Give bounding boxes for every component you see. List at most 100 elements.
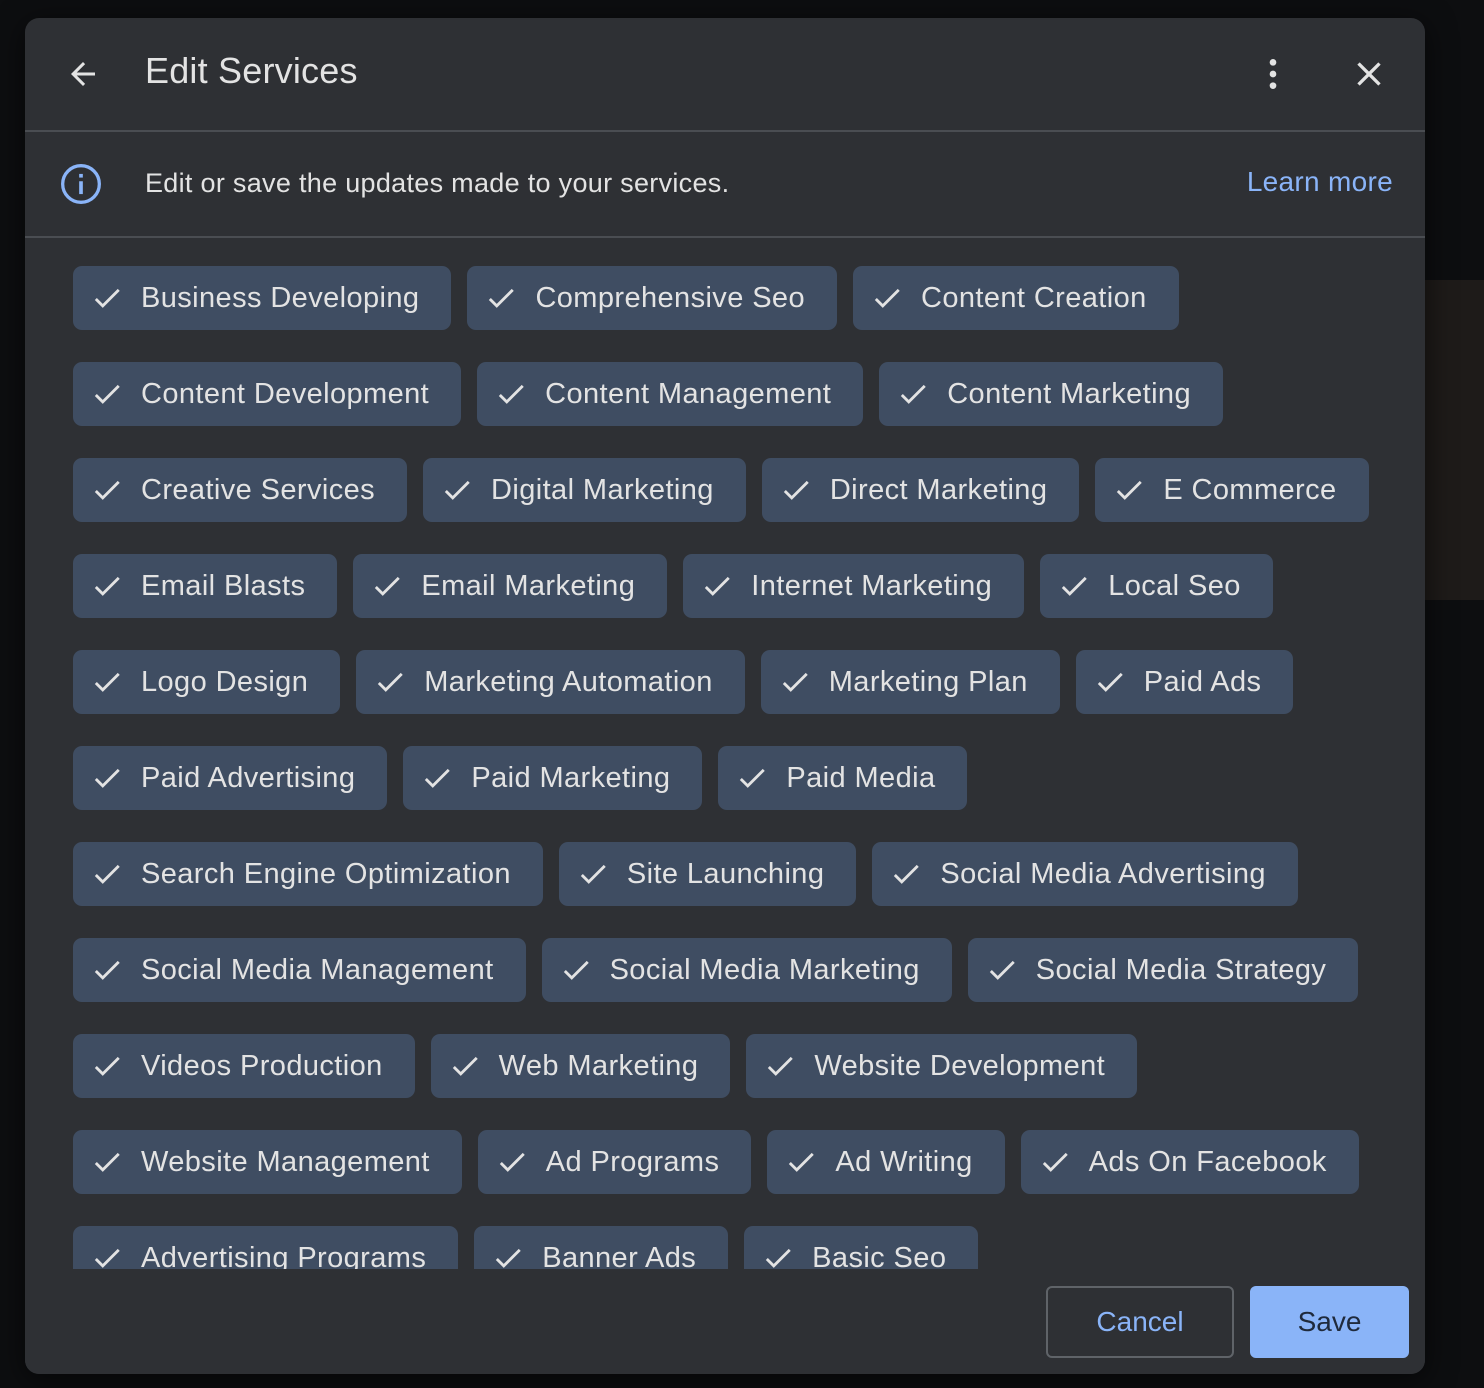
service-chip[interactable]: Ads On Facebook <box>1020 1130 1359 1194</box>
check-icon <box>447 1048 483 1084</box>
info-message: Edit or save the updates made to your se… <box>145 168 730 198</box>
service-chip-label: Digital Marketing <box>491 473 714 506</box>
service-chip[interactable]: Ad Writing <box>767 1130 1005 1194</box>
chips-container: Business Developing Comprehensive Seo Cont… <box>73 266 1393 1269</box>
service-chip-label: Paid Advertising <box>141 761 356 794</box>
service-chip[interactable]: Digital Marketing <box>423 458 746 522</box>
edit-services-dialog: Edit Services Edit or save the updates m… <box>25 18 1425 1374</box>
service-chip[interactable]: Videos Production <box>73 1034 415 1098</box>
service-chip[interactable]: Email Blasts <box>73 554 338 618</box>
service-chip-label: Paid Media <box>786 761 936 794</box>
service-chip[interactable]: Marketing Plan <box>760 650 1060 714</box>
service-chip[interactable]: Website Management <box>73 1130 462 1194</box>
info-banner: Edit or save the updates made to your se… <box>25 132 1425 238</box>
service-chip[interactable]: Social Media Management <box>73 938 526 1002</box>
service-chip[interactable]: Logo Design <box>73 650 341 714</box>
service-chip[interactable]: Ad Programs <box>477 1130 752 1194</box>
service-chip[interactable]: Comprehensive Seo <box>467 266 837 330</box>
check-icon <box>439 472 475 508</box>
service-chip[interactable]: Basic Seo <box>744 1226 979 1270</box>
service-chip[interactable]: Creative Services <box>73 458 408 522</box>
check-icon <box>493 376 529 412</box>
service-chip-label: Email Blasts <box>141 569 306 602</box>
back-button[interactable] <box>59 48 107 100</box>
service-chip[interactable]: Local Seo <box>1040 554 1273 618</box>
service-chip-label: Advertising Programs <box>141 1241 427 1270</box>
check-icon <box>762 1048 798 1084</box>
check-icon <box>895 376 931 412</box>
service-chip[interactable]: Web Marketing <box>430 1034 731 1098</box>
service-chip[interactable]: Paid Media <box>718 746 968 810</box>
arrow-back-icon <box>71 62 95 86</box>
service-chip[interactable]: Paid Advertising <box>73 746 388 810</box>
more-options-button[interactable] <box>1249 52 1297 96</box>
services-chip-list: Business Developing Comprehensive Seo Cont… <box>25 238 1425 1269</box>
check-icon <box>888 856 924 892</box>
service-chip-label: Content Management <box>545 377 832 410</box>
check-icon <box>777 664 813 700</box>
check-icon <box>558 952 594 988</box>
service-chip[interactable]: Social Media Strategy <box>967 938 1359 1002</box>
check-icon <box>89 1240 125 1269</box>
check-icon <box>1111 472 1147 508</box>
check-icon <box>734 760 770 796</box>
service-chip[interactable]: Search Engine Optimization <box>73 842 543 906</box>
service-chip[interactable]: Social Media Advertising <box>872 842 1298 906</box>
service-chip-label: Local Seo <box>1108 569 1241 602</box>
service-chip-label: Comprehensive Seo <box>535 281 805 314</box>
service-chip-label: Social Media Advertising <box>940 857 1266 890</box>
dialog-footer: Cancel Save <box>25 1270 1425 1374</box>
service-chip-label: Email Marketing <box>421 569 636 602</box>
service-chip[interactable]: Content Development <box>73 362 462 426</box>
service-chip-label: Ad Writing <box>835 1145 973 1178</box>
service-chip-label: Site Launching <box>626 857 825 890</box>
service-chip[interactable]: Paid Marketing <box>403 746 703 810</box>
check-icon <box>783 1144 819 1180</box>
background-image-fragment <box>1424 280 1484 600</box>
service-chip[interactable]: E Commerce <box>1095 458 1369 522</box>
service-chip[interactable]: Direct Marketing <box>761 458 1080 522</box>
check-icon <box>89 280 125 316</box>
service-chip[interactable]: Email Marketing <box>353 554 668 618</box>
service-chip-label: Content Marketing <box>947 377 1191 410</box>
check-icon <box>869 280 905 316</box>
service-chip[interactable]: Paid Ads <box>1075 650 1294 714</box>
check-icon <box>89 664 125 700</box>
learn-more-link[interactable]: Learn more <box>1247 166 1393 198</box>
service-chip-label: Ads On Facebook <box>1088 1145 1327 1178</box>
service-chip-label: Content Creation <box>921 281 1147 314</box>
service-chip-label: Logo Design <box>141 665 309 698</box>
check-icon <box>89 472 125 508</box>
service-chip-label: Basic Seo <box>812 1241 947 1270</box>
service-chip-label: Social Media Strategy <box>1035 953 1327 986</box>
service-chip-label: Videos Production <box>141 1049 383 1082</box>
dialog-header: Edit Services <box>25 18 1425 132</box>
service-chip[interactable]: Social Media Marketing <box>541 938 952 1002</box>
service-chip-label: E Commerce <box>1163 473 1337 506</box>
save-button[interactable]: Save <box>1250 1286 1409 1358</box>
service-chip-label: Web Marketing <box>498 1049 699 1082</box>
service-chip[interactable]: Advertising Programs <box>73 1226 459 1270</box>
service-chip[interactable]: Content Marketing <box>879 362 1223 426</box>
check-icon <box>575 856 611 892</box>
cancel-button[interactable]: Cancel <box>1046 1286 1234 1358</box>
close-icon <box>1357 62 1381 86</box>
service-chip[interactable]: Content Management <box>477 362 864 426</box>
service-chip-label: Website Development <box>814 1049 1106 1082</box>
service-chip[interactable]: Content Creation <box>853 266 1179 330</box>
more-vert-icon <box>1269 59 1277 89</box>
check-icon <box>89 1048 125 1084</box>
dialog-title: Edit Services <box>145 50 358 91</box>
service-chip-label: Paid Ads <box>1143 665 1262 698</box>
service-chip[interactable]: Website Development <box>746 1034 1138 1098</box>
service-chip[interactable]: Banner Ads <box>474 1226 729 1269</box>
service-chip-label: Ad Programs <box>545 1145 720 1178</box>
check-icon <box>1037 1144 1073 1180</box>
check-icon <box>760 1240 796 1269</box>
service-chip[interactable]: Business Developing <box>73 266 452 330</box>
check-icon <box>494 1144 530 1180</box>
service-chip[interactable]: Marketing Automation <box>356 650 745 714</box>
service-chip[interactable]: Site Launching <box>558 842 857 906</box>
service-chip[interactable]: Internet Marketing <box>683 554 1025 618</box>
close-button[interactable] <box>1345 52 1393 96</box>
